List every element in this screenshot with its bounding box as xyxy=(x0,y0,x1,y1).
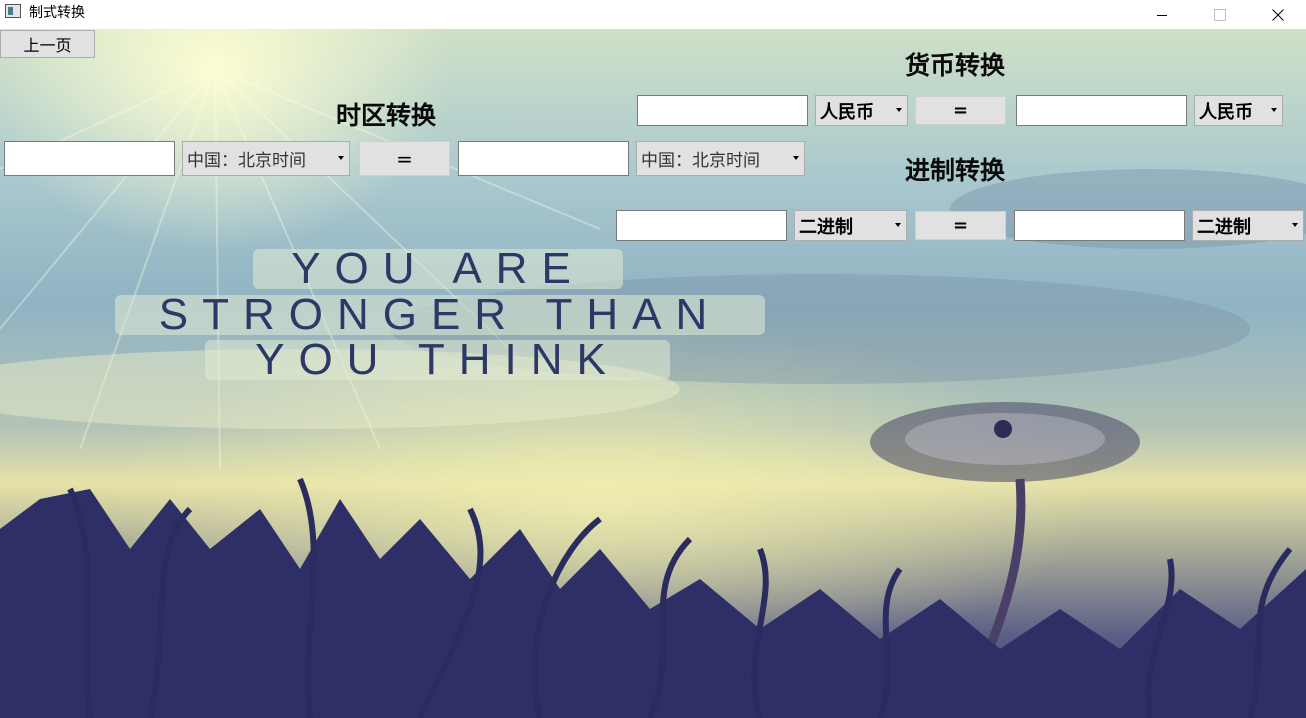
dropdown-arrow-icon xyxy=(793,156,799,160)
currency-to-input[interactable] xyxy=(1016,95,1187,126)
maximize-button[interactable] xyxy=(1197,0,1243,29)
currency-from-input[interactable] xyxy=(637,95,808,126)
minimize-icon xyxy=(1157,14,1167,16)
base-to-select-value: 二进制 xyxy=(1197,216,1251,238)
dropdown-arrow-icon xyxy=(896,108,902,112)
dropdown-arrow-icon xyxy=(1271,108,1277,112)
timezone-to-select[interactable]: 中国：北京时间 xyxy=(636,141,805,176)
maximize-icon xyxy=(1214,8,1226,21)
timezone-to-select-value: 中国：北京时间 xyxy=(641,151,760,171)
background-image: YOU ARE STRONGER THAN YOU THINK 上一页 时区转换… xyxy=(0,29,1306,718)
currency-title: 货币转换 xyxy=(905,51,1006,80)
currency-to-select[interactable]: 人民币 xyxy=(1194,95,1283,126)
close-icon xyxy=(1272,8,1284,21)
dropdown-arrow-icon xyxy=(338,156,344,160)
timezone-from-select[interactable]: 中国：北京时间 xyxy=(182,141,350,176)
back-button[interactable]: 上一页 xyxy=(0,30,95,58)
base-title: 进制转换 xyxy=(905,156,1006,185)
base-from-input[interactable] xyxy=(616,210,787,241)
app-icon xyxy=(5,4,21,18)
timezone-title: 时区转换 xyxy=(336,101,437,130)
currency-to-select-value: 人民币 xyxy=(1199,101,1253,123)
quote-line-2: STRONGER THAN xyxy=(115,290,765,339)
close-button[interactable] xyxy=(1255,0,1301,29)
dropdown-arrow-icon xyxy=(1292,223,1298,227)
timezone-to-input[interactable] xyxy=(458,141,629,176)
base-from-select-value: 二进制 xyxy=(799,216,853,238)
base-convert-button[interactable]: = xyxy=(915,211,1006,240)
currency-from-select-value: 人民币 xyxy=(820,101,874,123)
dropdown-arrow-icon xyxy=(895,223,901,227)
base-to-input[interactable] xyxy=(1014,210,1185,241)
minimize-button[interactable] xyxy=(1139,0,1185,29)
currency-convert-button[interactable]: = xyxy=(915,96,1006,125)
timezone-from-select-value: 中国：北京时间 xyxy=(187,151,306,171)
title-bar: 制式转换 xyxy=(0,0,1306,29)
quote-line-1: YOU ARE xyxy=(253,244,623,293)
timezone-convert-button[interactable]: = xyxy=(359,141,450,176)
base-to-select[interactable]: 二进制 xyxy=(1192,210,1304,241)
window-title: 制式转换 xyxy=(29,5,85,21)
quote-line-3: YOU THINK xyxy=(205,335,670,384)
currency-from-select[interactable]: 人民币 xyxy=(815,95,908,126)
base-from-select[interactable]: 二进制 xyxy=(794,210,907,241)
timezone-from-input[interactable] xyxy=(4,141,175,176)
